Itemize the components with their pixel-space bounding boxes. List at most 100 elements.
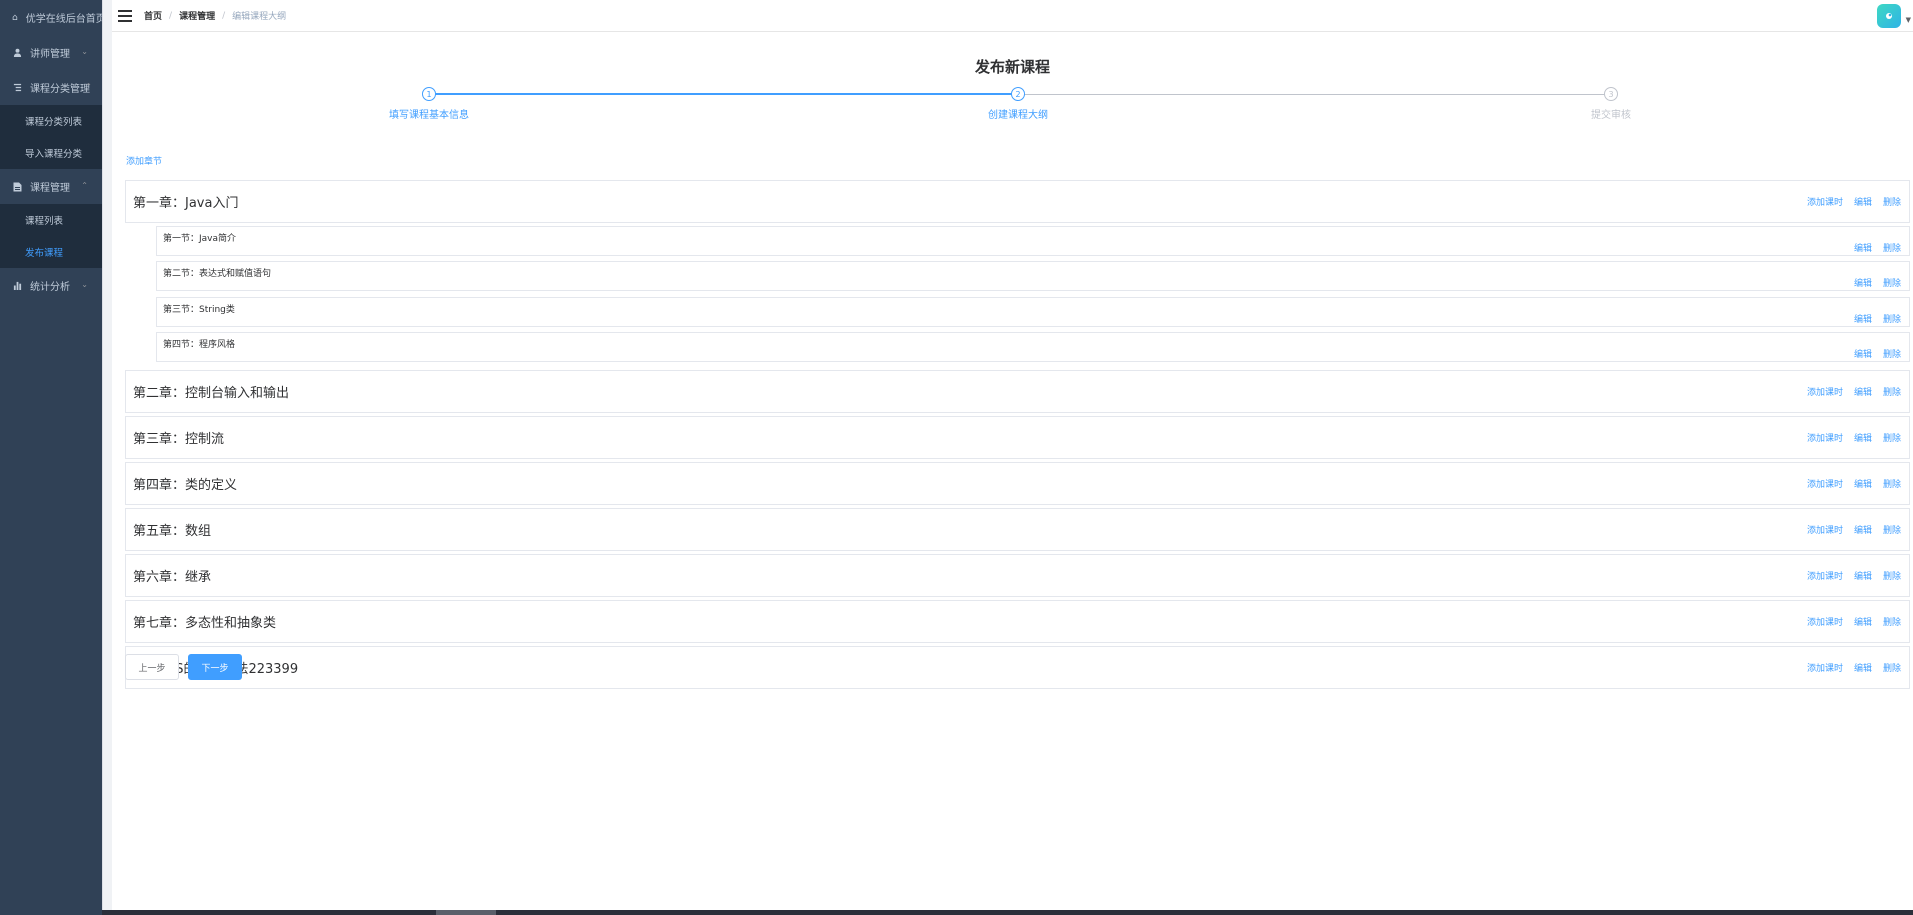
add-lesson-link[interactable]: 添加课时 xyxy=(1807,661,1843,674)
sidebar-item-teachers[interactable]: 讲师管理 ⌄ xyxy=(0,35,102,70)
add-lesson-link[interactable]: 添加课时 xyxy=(1807,385,1843,398)
chevron-up-icon: ⌃ xyxy=(85,81,92,91)
delete-link[interactable]: 删除 xyxy=(1883,661,1901,674)
sidebar-item-course-list[interactable]: 课程列表 xyxy=(0,204,102,236)
next-step-button[interactable]: 下一步 xyxy=(188,654,242,680)
section-row: 第三节：String类 编辑 删除 xyxy=(156,297,1910,327)
prev-step-button[interactable]: 上一步 xyxy=(125,654,179,680)
scrollbar-thumb[interactable] xyxy=(436,910,496,915)
section-actions: 编辑 删除 xyxy=(1843,347,1901,360)
main-content: 发布新课程 1 2 3 填写课程基本信息 创建课程大纲 提交审核 添加章节 第一… xyxy=(112,32,1913,915)
step-label-2: 创建课程大纲 xyxy=(988,110,1048,121)
chapter-row: 第二章：控制台输入和输出 添加课时 编辑 删除 xyxy=(125,370,1910,413)
chapter-actions: 添加课时 编辑 删除 xyxy=(1796,477,1901,490)
section-row: 第一节：Java简介 编辑 删除 xyxy=(156,226,1910,256)
edit-link[interactable]: 编辑 xyxy=(1854,347,1872,360)
chapter-row: 第四章：类的定义 添加课时 编辑 删除 xyxy=(125,462,1910,505)
edit-link[interactable]: 编辑 xyxy=(1854,195,1872,208)
section-actions: 编辑 删除 xyxy=(1843,276,1901,289)
list-icon xyxy=(12,83,22,93)
chapter-actions: 添加课时 编辑 删除 xyxy=(1796,523,1901,536)
delete-link[interactable]: 删除 xyxy=(1883,523,1901,536)
delete-link[interactable]: 删除 xyxy=(1883,615,1901,628)
step-label-1: 填写课程基本信息 xyxy=(389,110,469,121)
chapter-actions: 添加课时 编辑 删除 xyxy=(1796,431,1901,444)
delete-link[interactable]: 删除 xyxy=(1883,241,1901,254)
chapter-row: 第六章：继承 添加课时 编辑 删除 xyxy=(125,554,1910,597)
add-lesson-link[interactable]: 添加课时 xyxy=(1807,477,1843,490)
section-actions: 编辑 删除 xyxy=(1843,241,1901,254)
delete-link[interactable]: 删除 xyxy=(1883,347,1901,360)
section-title: 第二节：表达式和赋值语句 xyxy=(163,268,272,279)
chapter-actions: 添加课时 编辑 删除 xyxy=(1796,385,1901,398)
submenu-course: 课程列表 发布课程 xyxy=(0,204,102,268)
step-line-done xyxy=(429,93,1018,95)
sidebar-item-course[interactable]: 课程管理 ⌃ xyxy=(0,169,102,204)
edit-link[interactable]: 编辑 xyxy=(1854,477,1872,490)
add-lesson-link[interactable]: 添加课时 xyxy=(1807,195,1843,208)
navbar: 首页 / 课程管理 / 编辑课程大纲 ▼ xyxy=(112,0,1913,32)
user-icon xyxy=(12,48,22,58)
step-label-3: 提交审核 xyxy=(1591,110,1631,121)
chevron-up-icon: ⌃ xyxy=(81,180,88,190)
avatar[interactable] xyxy=(1877,4,1901,28)
sidebar-item-publish-course[interactable]: 发布课程 xyxy=(0,236,102,268)
edit-link[interactable]: 编辑 xyxy=(1854,276,1872,289)
step-circle-3: 3 xyxy=(1604,87,1618,101)
sidebar-resize-handle[interactable] xyxy=(102,0,112,915)
section-title: 第一节：Java简介 xyxy=(163,233,237,244)
sidebar-item-category[interactable]: 课程分类管理 ⌃ xyxy=(0,70,102,105)
sidebar-item-statistics[interactable]: 统计分析 ⌄ xyxy=(0,268,102,303)
add-chapter-link[interactable]: 添加章节 xyxy=(126,154,162,167)
chapter-title: 第六章：继承 xyxy=(133,570,212,585)
sidebar: ⌂ 优学在线后台首页 讲师管理 ⌄ 课程分类管理 ⌃ 课程分类列表 导入课程分类… xyxy=(0,0,102,915)
horizontal-scrollbar[interactable] xyxy=(102,910,1913,915)
breadcrumb-separator: / xyxy=(169,10,173,21)
add-lesson-link[interactable]: 添加课时 xyxy=(1807,615,1843,628)
edit-link[interactable]: 编辑 xyxy=(1854,569,1872,582)
delete-link[interactable]: 删除 xyxy=(1883,431,1901,444)
edit-link[interactable]: 编辑 xyxy=(1854,312,1872,325)
chapter-title: 第五章：数组 xyxy=(133,524,212,539)
chapter-row: 第三章：控制流 添加课时 编辑 删除 xyxy=(125,416,1910,459)
caret-down-icon[interactable]: ▼ xyxy=(1906,16,1911,24)
sidebar-item-category-list[interactable]: 课程分类列表 xyxy=(0,105,102,137)
delete-link[interactable]: 删除 xyxy=(1883,477,1901,490)
breadcrumb-course-management[interactable]: 课程管理 xyxy=(179,9,215,22)
delete-link[interactable]: 删除 xyxy=(1883,385,1901,398)
chapter-actions: 添加课时 编辑 删除 xyxy=(1796,661,1901,674)
edit-link[interactable]: 编辑 xyxy=(1854,241,1872,254)
chevron-down-icon: ⌄ xyxy=(81,46,88,56)
edit-link[interactable]: 编辑 xyxy=(1854,385,1872,398)
chapter-row: 第七章：多态性和抽象类 添加课时 编辑 删除 xyxy=(125,600,1910,643)
sidebar-item-label: 课程管理 xyxy=(30,183,70,194)
edit-link[interactable]: 编辑 xyxy=(1854,523,1872,536)
edit-link[interactable]: 编辑 xyxy=(1854,661,1872,674)
delete-link[interactable]: 删除 xyxy=(1883,195,1901,208)
delete-link[interactable]: 删除 xyxy=(1883,569,1901,582)
add-lesson-link[interactable]: 添加课时 xyxy=(1807,523,1843,536)
breadcrumb-home[interactable]: 首页 xyxy=(144,9,162,22)
add-lesson-link[interactable]: 添加课时 xyxy=(1807,569,1843,582)
home-icon: ⌂ xyxy=(12,12,18,23)
breadcrumb-separator: / xyxy=(222,10,226,21)
sidebar-item-label: 课程分类管理 xyxy=(30,84,90,95)
edit-link[interactable]: 编辑 xyxy=(1854,615,1872,628)
submenu-category: 课程分类列表 导入课程分类 xyxy=(0,105,102,169)
add-lesson-link[interactable]: 添加课时 xyxy=(1807,431,1843,444)
chapter-title: 第四章：类的定义 xyxy=(133,478,238,493)
delete-link[interactable]: 删除 xyxy=(1883,276,1901,289)
chapter-actions: 添加课时 编辑 删除 xyxy=(1796,615,1901,628)
edit-link[interactable]: 编辑 xyxy=(1854,431,1872,444)
section-title: 第四节：程序风格 xyxy=(163,339,236,350)
hamburger-menu-icon[interactable] xyxy=(118,9,132,22)
delete-link[interactable]: 删除 xyxy=(1883,312,1901,325)
chapter-actions: 添加课时 编辑 删除 xyxy=(1796,195,1901,208)
chapter-row: 第n章 JS的基本语法223399 添加课时 编辑 删除 xyxy=(125,646,1910,689)
chapter-title: 第二章：控制台输入和输出 xyxy=(133,386,290,401)
sidebar-item-home[interactable]: ⌂ 优学在线后台首页 xyxy=(0,0,102,35)
bar-chart-icon xyxy=(12,281,22,291)
section-row: 第二节：表达式和赋值语句 编辑 删除 xyxy=(156,261,1910,291)
sidebar-item-category-import[interactable]: 导入课程分类 xyxy=(0,137,102,169)
document-icon xyxy=(12,182,22,192)
